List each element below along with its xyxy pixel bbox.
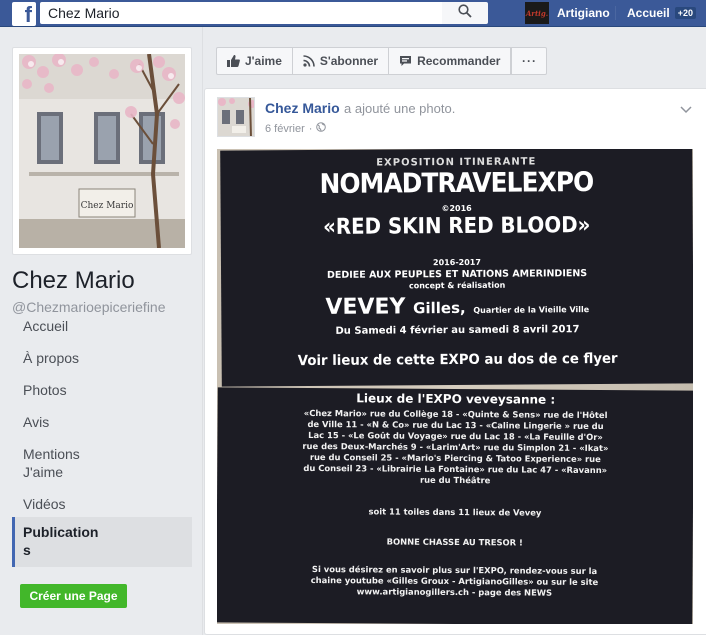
- flyer-back-title: Lieux de l'EXPO veveysanne :: [356, 391, 556, 407]
- flyer-subtitle: «RED SKIN RED BLOOD»: [322, 213, 591, 240]
- flyer-info-line-3: www.artigianogillers.ch - page des NEWS: [356, 586, 553, 598]
- comment-bubble-icon: [399, 55, 412, 67]
- ellipsis-icon: ···: [521, 54, 537, 68]
- notification-badge: +20: [674, 7, 696, 19]
- flyer-artist: Gilles,: [413, 298, 466, 318]
- cover-sign-text: Chez Mario: [81, 201, 134, 211]
- follow-label: S'abonner: [319, 54, 379, 68]
- flyer-years: 2016-2017: [433, 257, 481, 268]
- post-action-text: a ajouté une photo.: [344, 101, 456, 116]
- post-photo-flyer[interactable]: EXPOSITION ITINERANTE NOMADTRAVELEXPO ©2…: [217, 149, 693, 624]
- post-timestamp[interactable]: 6 février ·: [265, 122, 327, 135]
- page-sidebar: Chez Mario Chez Mario @Chezmarioepicerie…: [0, 27, 203, 635]
- page-username[interactable]: @Chezmarioepiceriefine: [12, 299, 166, 315]
- nav-item-about[interactable]: À propos: [12, 349, 192, 367]
- flyer-wish: BONNE CHASSE AU TRESOR !: [386, 536, 523, 548]
- flyer-city: VEVEY: [325, 294, 406, 320]
- search-input[interactable]: Chez Mario: [40, 2, 442, 24]
- nav-item-videos[interactable]: Vidéos: [12, 495, 192, 513]
- storefront-photo: Chez Mario: [19, 54, 185, 248]
- post-author-link[interactable]: Chez Mario: [265, 100, 340, 116]
- globe-icon: [316, 122, 327, 135]
- post-menu-chevron[interactable]: [680, 101, 692, 119]
- nav-item-likes[interactable]: Mentions J'aime: [12, 445, 122, 481]
- flyer-title: NOMADTRAVELEXPO: [319, 167, 594, 200]
- home-link[interactable]: Accueil +20: [627, 2, 696, 24]
- flyer-dates: Du Samedi 4 février au samedi 8 avril 20…: [335, 324, 580, 337]
- chevron-down-icon: [680, 106, 692, 114]
- flyer-concept: concept & réalisation: [408, 280, 506, 291]
- flyer-venue-line-7: rue du Théâtre: [419, 474, 491, 486]
- nav-item-posts-label: Publications: [23, 524, 99, 558]
- profile-name: Artigiano: [557, 6, 610, 20]
- flyer-location: VEVEY Gilles, Quartier de la Vieille Vil…: [221, 293, 693, 320]
- follow-button[interactable]: S'abonner: [291, 47, 390, 75]
- page-title[interactable]: Chez Mario: [12, 267, 135, 295]
- search-button[interactable]: [442, 2, 488, 24]
- facebook-logo[interactable]: f: [12, 2, 36, 26]
- nav-item-accueil[interactable]: Accueil: [12, 317, 192, 335]
- flyer-see-back: Voir lieux de cette EXPO au dos de ce fl…: [297, 350, 618, 370]
- nav-item-photos[interactable]: Photos: [12, 381, 192, 399]
- top-navbar: f Chez Mario Artig. Artigiano Accueil +2…: [0, 0, 706, 27]
- flyer-count: soit 11 toiles dans 11 lieux de Vevey: [368, 506, 542, 518]
- nav-item-posts[interactable]: Publications: [12, 517, 192, 567]
- nav-item-reviews[interactable]: Avis: [12, 413, 192, 431]
- more-options-button[interactable]: ···: [511, 47, 548, 75]
- like-button[interactable]: J'aime: [216, 47, 293, 75]
- profile-avatar: Artig.: [525, 2, 549, 24]
- post-date-separator: ·: [308, 122, 313, 135]
- profile-link[interactable]: Artig. Artigiano: [525, 2, 610, 24]
- flyer-front: EXPOSITION ITINERANTE NOMADTRAVELEXPO ©2…: [220, 149, 693, 387]
- create-page-button[interactable]: Créer une Page: [20, 584, 127, 608]
- thumbs-up-icon: [227, 55, 240, 67]
- flyer-back: Lieux de l'EXPO veveysanne : «Chez Mario…: [217, 387, 693, 624]
- search-icon: [458, 3, 472, 23]
- rss-icon: [303, 55, 315, 67]
- home-label: Accueil: [627, 6, 670, 20]
- topbar-divider: [615, 6, 616, 20]
- page-profile-picture[interactable]: Chez Mario: [12, 47, 192, 255]
- page-action-bar: J'aime S'abonner Recommander ···: [216, 47, 548, 75]
- like-label: J'aime: [245, 54, 282, 68]
- post-date-text: 6 février: [265, 122, 305, 135]
- flyer-quarter: Quartier de la Vieille Ville: [473, 305, 590, 315]
- recommend-label: Recommander: [417, 54, 501, 68]
- post-card: Chez Mario a ajouté une photo. 6 février…: [204, 88, 706, 635]
- post-author-avatar[interactable]: [217, 97, 255, 137]
- recommend-button[interactable]: Recommander: [388, 47, 512, 75]
